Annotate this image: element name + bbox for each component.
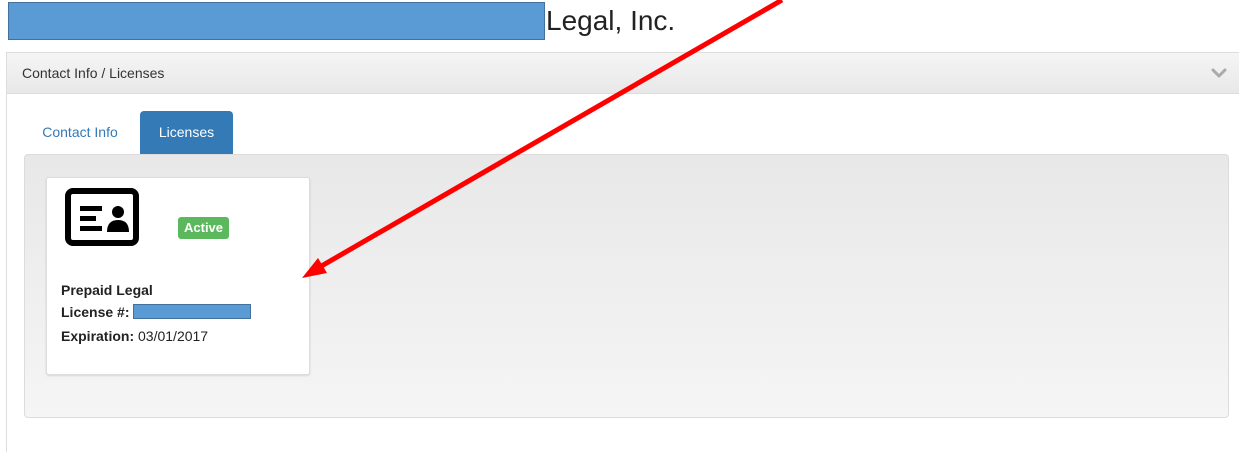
redacted-company-name (8, 2, 545, 40)
license-number-row: License #: (61, 302, 252, 322)
chevron-down-icon[interactable] (1210, 64, 1228, 82)
page-root: Legal, Inc. Contact Info / Licenses Cont… (0, 0, 1239, 452)
expiration-row: Expiration: 03/01/2017 (61, 326, 208, 346)
licenses-container: Active Prepaid Legal License #: Expirati… (24, 154, 1229, 418)
license-card[interactable]: Active Prepaid Legal License #: Expirati… (46, 177, 310, 375)
status-badge: Active (178, 217, 230, 239)
expiration-label: Expiration: (61, 328, 135, 344)
license-number-label: License #: (61, 304, 130, 320)
expiration-date: 03/01/2017 (138, 328, 209, 344)
redacted-license-number (133, 304, 252, 320)
tab-licenses[interactable]: Licenses (140, 111, 233, 154)
panel-title: Contact Info / Licenses (22, 65, 165, 81)
tab-contact-info[interactable]: Contact Info (25, 111, 135, 154)
company-name: Legal, Inc. (546, 5, 676, 36)
company-header: Legal, Inc. (0, 0, 1239, 42)
contact-info-licenses-panel: Contact Info / Licenses Contact Info Lic… (6, 52, 1239, 452)
id-card-icon (65, 188, 139, 246)
panel-heading[interactable]: Contact Info / Licenses (7, 52, 1239, 94)
license-type: Prepaid Legal (61, 282, 153, 298)
